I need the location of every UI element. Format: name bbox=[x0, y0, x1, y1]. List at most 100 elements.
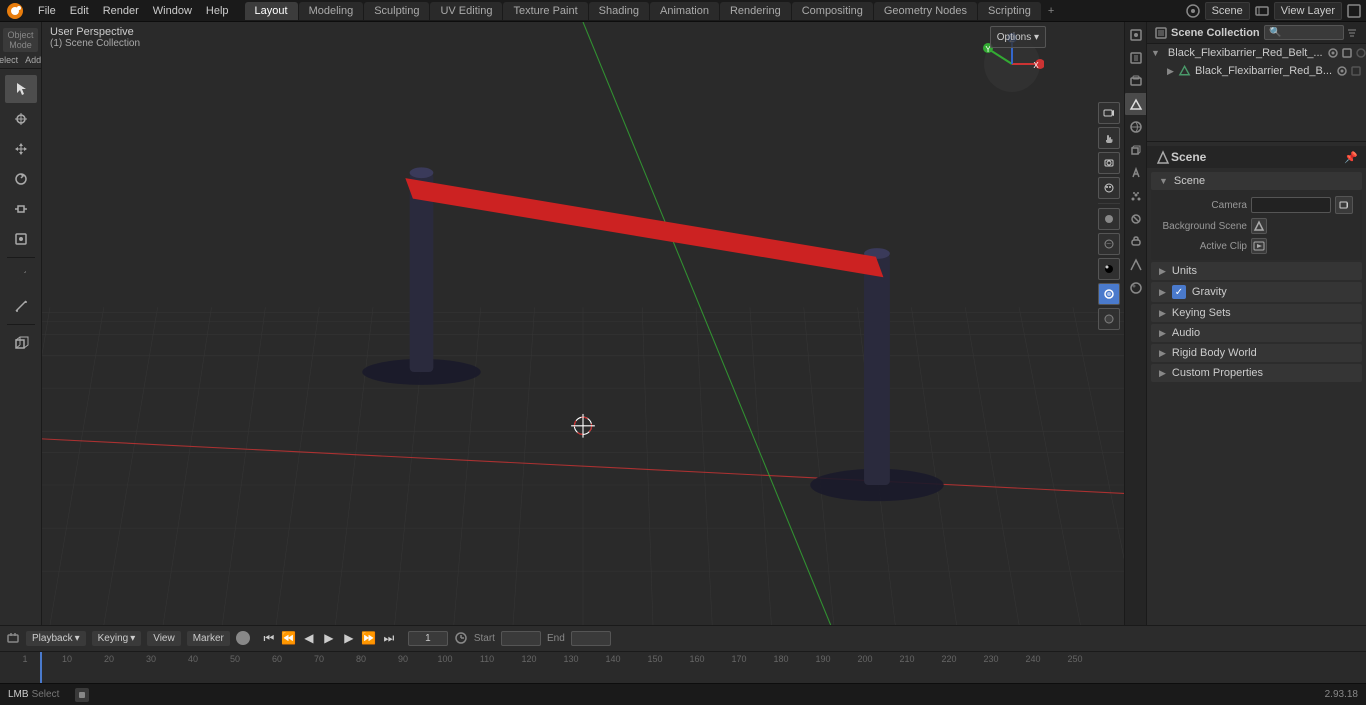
tab-layout[interactable]: Layout bbox=[245, 2, 298, 20]
scene-properties-tab[interactable] bbox=[1125, 93, 1147, 115]
object-properties-tab[interactable] bbox=[1125, 139, 1147, 161]
rigid-body-world-header[interactable]: ▶ Rigid Body World bbox=[1151, 344, 1362, 362]
frame-num-160: 160 bbox=[676, 654, 718, 664]
camera-browse-btn[interactable] bbox=[1335, 196, 1353, 214]
tab-shading[interactable]: Shading bbox=[589, 2, 649, 20]
marker-menu[interactable]: Marker bbox=[187, 631, 230, 646]
gravity-section-header[interactable]: ▶ ✓ Gravity bbox=[1151, 282, 1362, 302]
play-button[interactable]: ▶ bbox=[320, 629, 338, 647]
scene-section-header[interactable]: ▼ Scene bbox=[1151, 172, 1362, 190]
output-properties-tab[interactable] bbox=[1125, 47, 1147, 69]
select-tool[interactable] bbox=[5, 75, 37, 103]
gravity-checkbox[interactable]: ✓ bbox=[1172, 285, 1186, 299]
add-workspace-button[interactable]: + bbox=[1042, 2, 1060, 20]
end-frame-input[interactable]: 250 bbox=[571, 631, 611, 646]
next-frame-button[interactable]: ▶ bbox=[340, 629, 358, 647]
measure-tool[interactable] bbox=[5, 292, 37, 320]
viewport-xray-btn[interactable] bbox=[1098, 308, 1120, 330]
viewport[interactable]: User Perspective (1) Scene Collection bbox=[42, 22, 1124, 625]
jump-to-start-button[interactable]: ⏮ bbox=[260, 629, 278, 647]
playback-menu[interactable]: Playback ▾ bbox=[26, 631, 86, 646]
outliner-filter-icon[interactable] bbox=[1346, 27, 1358, 39]
restrict-render-icon[interactable] bbox=[1341, 47, 1353, 59]
tab-sculpting[interactable]: Sculpting bbox=[364, 2, 429, 20]
move-tool[interactable] bbox=[5, 135, 37, 163]
prev-keyframe-button[interactable]: ⏪ bbox=[280, 629, 298, 647]
constraints-properties-tab[interactable] bbox=[1125, 231, 1147, 253]
menu-edit[interactable]: Edit bbox=[64, 3, 95, 19]
restrict-render-icon-2[interactable] bbox=[1350, 65, 1362, 77]
viewport-hand-btn[interactable] bbox=[1098, 127, 1120, 149]
viewport-shading-material[interactable] bbox=[1098, 233, 1120, 255]
select-menu[interactable]: Select bbox=[0, 54, 21, 66]
data-properties-tab[interactable] bbox=[1125, 254, 1147, 276]
restrict-hide-icon[interactable] bbox=[1355, 47, 1366, 59]
background-scene-icon[interactable] bbox=[1251, 218, 1267, 234]
jump-to-end-button[interactable]: ⏭ bbox=[380, 629, 398, 647]
start-frame-input[interactable]: 1 bbox=[501, 631, 541, 646]
tab-uv-editing[interactable]: UV Editing bbox=[430, 2, 502, 20]
material-properties-tab[interactable] bbox=[1125, 277, 1147, 299]
keying-sets-header[interactable]: ▶ Keying Sets bbox=[1151, 304, 1362, 322]
view-menu[interactable]: View bbox=[147, 631, 181, 646]
menu-window[interactable]: Window bbox=[147, 3, 198, 19]
tab-animation[interactable]: Animation bbox=[650, 2, 719, 20]
add-cube-tool[interactable] bbox=[5, 329, 37, 357]
current-frame-input[interactable]: 1 bbox=[408, 631, 448, 646]
outliner-panel: Scene Collection ▼ Black_Flexiba bbox=[1147, 22, 1366, 142]
render-properties-tab[interactable] bbox=[1125, 24, 1147, 46]
viewlayer-properties-tab[interactable] bbox=[1125, 70, 1147, 92]
view-layer-selector[interactable]: View Layer bbox=[1274, 2, 1342, 20]
viewport-overlay-btn[interactable] bbox=[1098, 283, 1120, 305]
active-clip-row: Active Clip bbox=[1151, 236, 1362, 256]
custom-properties-header[interactable]: ▶ Custom Properties bbox=[1151, 364, 1362, 382]
background-scene-row: Background Scene bbox=[1151, 216, 1362, 236]
menu-help[interactable]: Help bbox=[200, 3, 235, 19]
menu-render[interactable]: Render bbox=[97, 3, 145, 19]
viewport-camera-btn[interactable] bbox=[1098, 102, 1120, 124]
next-keyframe-button[interactable]: ⏩ bbox=[360, 629, 378, 647]
rotate-tool[interactable] bbox=[5, 165, 37, 193]
outliner-item[interactable]: ▶ Black_Flexibarrier_Red_B... bbox=[1147, 62, 1366, 80]
active-clip-icon[interactable] bbox=[1251, 238, 1267, 254]
mesh-name: Black_Flexibarrier_Red_B... bbox=[1195, 65, 1332, 77]
units-section-header[interactable]: ▶ Units bbox=[1151, 262, 1362, 280]
physics-properties-tab[interactable] bbox=[1125, 208, 1147, 230]
timeline-frames[interactable]: 1 10 20 30 40 50 60 70 80 90 100 110 120… bbox=[0, 652, 1366, 683]
tab-scripting[interactable]: Scripting bbox=[978, 2, 1041, 20]
scale-tool[interactable] bbox=[5, 195, 37, 223]
annotate-tool[interactable] bbox=[5, 262, 37, 290]
frame-num-50: 50 bbox=[214, 654, 256, 664]
scene-properties-pin[interactable]: 📌 bbox=[1344, 151, 1358, 164]
tab-texture-paint[interactable]: Texture Paint bbox=[503, 2, 587, 20]
transform-tool[interactable] bbox=[5, 225, 37, 253]
record-button[interactable] bbox=[236, 631, 250, 645]
scene-selector[interactable]: Scene bbox=[1205, 2, 1250, 20]
menu-file[interactable]: File bbox=[32, 3, 62, 19]
camera-value[interactable] bbox=[1251, 197, 1331, 213]
current-frame-indicator bbox=[40, 652, 42, 683]
outliner-content: ▼ Black_Flexibarrier_Red_Belt_... bbox=[1147, 44, 1366, 141]
viewport-shading-rendered[interactable] bbox=[1098, 258, 1120, 280]
restrict-viewport-icon-2[interactable] bbox=[1336, 65, 1348, 77]
outliner-item[interactable]: ▼ Black_Flexibarrier_Red_Belt_... bbox=[1147, 44, 1366, 62]
viewport-render-btn[interactable] bbox=[1098, 177, 1120, 199]
particles-properties-tab[interactable] bbox=[1125, 185, 1147, 207]
add-menu[interactable]: Add bbox=[22, 54, 44, 66]
restrict-viewport-icon[interactable] bbox=[1327, 47, 1339, 59]
modifier-properties-tab[interactable] bbox=[1125, 162, 1147, 184]
outliner-search[interactable] bbox=[1264, 25, 1344, 40]
tab-modeling[interactable]: Modeling bbox=[299, 2, 364, 20]
audio-section-header[interactable]: ▶ Audio bbox=[1151, 324, 1362, 342]
tab-rendering[interactable]: Rendering bbox=[720, 2, 791, 20]
keying-menu[interactable]: Keying ▾ bbox=[92, 631, 142, 646]
viewport-camera2-btn[interactable] bbox=[1098, 152, 1120, 174]
options-button[interactable]: Options ▾ bbox=[990, 26, 1046, 48]
viewport-shading-solid[interactable] bbox=[1098, 208, 1120, 230]
tab-geometry-nodes[interactable]: Geometry Nodes bbox=[874, 2, 977, 20]
cursor-tool[interactable] bbox=[5, 105, 37, 133]
tab-compositing[interactable]: Compositing bbox=[792, 2, 873, 20]
world-properties-tab[interactable] bbox=[1125, 116, 1147, 138]
object-mode-selector[interactable]: Object Mode bbox=[3, 28, 38, 52]
prev-frame-button[interactable]: ◀ bbox=[300, 629, 318, 647]
